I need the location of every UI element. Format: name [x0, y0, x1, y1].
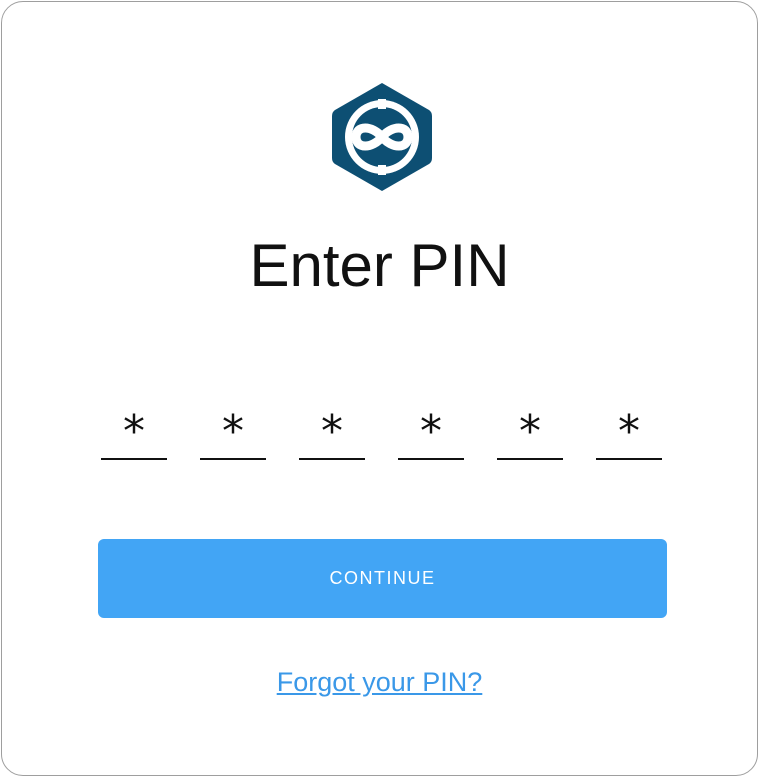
pin-digit-mask: * — [222, 406, 244, 457]
pin-digit-3[interactable]: * — [299, 402, 365, 460]
forgot-pin-row: Forgot your PIN? — [2, 662, 757, 702]
pin-digit-mask: * — [519, 406, 541, 457]
pin-digit-mask: * — [321, 406, 343, 457]
forgot-pin-link[interactable]: Forgot your PIN? — [277, 667, 483, 697]
pin-digit-5[interactable]: * — [497, 402, 563, 460]
page-title: Enter PIN — [249, 232, 510, 299]
pin-digit-6[interactable]: * — [596, 402, 662, 460]
pin-digit-mask: * — [123, 406, 145, 457]
continue-button[interactable]: CONTINUE — [98, 539, 667, 618]
pin-input-group[interactable]: * * * * * * — [2, 402, 757, 462]
pin-digit-2[interactable]: * — [200, 402, 266, 460]
pin-card: Enter PIN * * * * * * CONTINUE Forgot yo… — [1, 1, 758, 776]
pin-digit-mask: * — [618, 406, 640, 457]
pin-digit-1[interactable]: * — [101, 402, 167, 460]
pin-digit-mask: * — [420, 406, 442, 457]
app-logo-icon — [331, 81, 433, 193]
pin-digit-4[interactable]: * — [398, 402, 464, 460]
